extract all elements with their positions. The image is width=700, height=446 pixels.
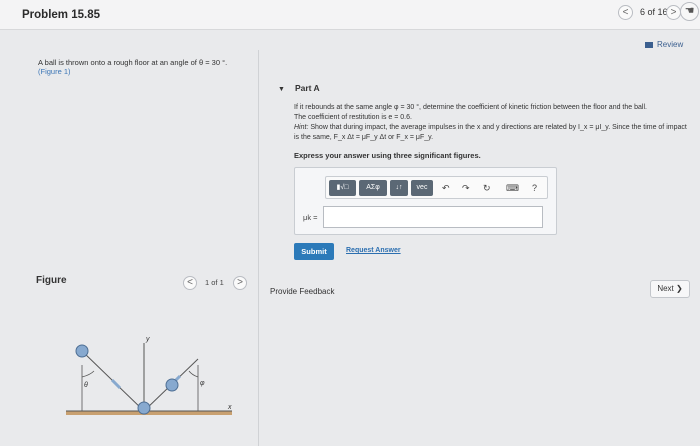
submit-button[interactable]: Submit [294,243,334,260]
problem-page-count: 6 of 16 [640,7,668,17]
review-label: Review [657,40,684,49]
vec-button[interactable]: vec [411,180,433,196]
problem-statement-text: A ball is thrown onto a rough floor at a… [38,58,228,67]
phi-arc [188,370,199,378]
collapse-triangle-icon[interactable]: ▼ [278,86,285,93]
answer-input[interactable] [323,206,543,228]
problem-title: Problem 15.85 [22,9,100,21]
hand-icon[interactable]: ☚ [680,2,699,21]
arrows-button[interactable]: ↓↑ [390,180,408,196]
part-a-title: Part A [294,83,320,93]
prev-problem-button[interactable]: < [618,5,633,20]
help-icon[interactable]: ? [532,181,537,195]
figure-heading: Figure [36,275,67,286]
y-axis-label: y [145,336,150,343]
figure-page-count: 1 of 1 [205,278,224,287]
keyboard-icon[interactable]: ⌨ [506,181,519,195]
x-axis-label: x [227,404,232,411]
panel-divider [258,50,259,446]
part-a-question: If it rebounds at the same angle φ = 30 … [294,103,689,143]
question-line-2: The coefficient of restitution is e = 0.… [294,114,412,121]
review-link[interactable]: Review [645,40,683,49]
ball-rebound [165,378,179,392]
answer-box: ▮√□ AΣφ ↓↑ vec ↶ ↷ ↻ ⌨ ? μk = [294,167,557,235]
answer-label: μk = [303,213,318,222]
answer-instruction: Express your answer using three signific… [294,151,481,160]
hint-label: Hint: [294,124,309,131]
review-icon [645,41,653,48]
figure-link[interactable]: (Figure 1) [38,67,71,76]
problem-statement: A ball is thrown onto a rough floor at a… [38,58,253,76]
incoming-arrow [110,378,122,390]
undo-icon[interactable]: ↶ [442,181,450,195]
ball-impact [137,401,151,415]
hint-text: Show that during impact, the average imp… [294,124,687,141]
math-toolbar: ▮√□ AΣφ ↓↑ vec ↶ ↷ ↻ ⌨ ? [325,176,548,199]
redo-icon[interactable]: ↷ [462,181,470,195]
ball-start [75,344,89,358]
top-bar: Problem 15.85 < 6 of 16 > ☚ [0,0,700,30]
theta-arc [81,370,95,378]
part-a-header[interactable]: ▼ Part A [278,83,320,93]
ball-figure: y x θ φ [66,336,232,415]
next-figure-button[interactable]: > [233,276,247,290]
reset-icon[interactable]: ↻ [483,181,491,195]
provide-feedback-link[interactable]: Provide Feedback [270,287,334,296]
templates-button[interactable]: ▮√□ [329,180,356,196]
next-button[interactable]: Next ❯ [650,280,690,298]
prev-figure-button[interactable]: < [183,276,197,290]
theta-label: θ [84,382,88,389]
request-answer-link[interactable]: Request Answer [346,247,401,254]
phi-label: φ [200,380,205,387]
next-problem-button[interactable]: > [666,5,681,20]
question-line-1: If it rebounds at the same angle φ = 30 … [294,104,647,111]
greek-symbols-button[interactable]: AΣφ [359,180,387,196]
